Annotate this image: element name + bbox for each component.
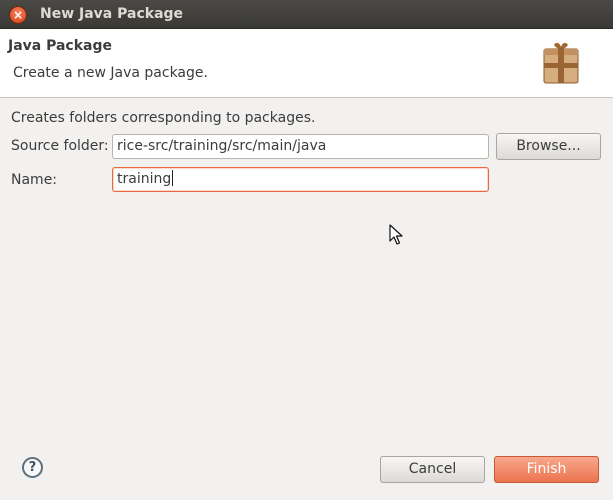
browse-button[interactable]: Browse... — [496, 133, 601, 160]
name-field-value: training — [117, 171, 172, 187]
banner-title: Java Package — [8, 38, 113, 54]
header-banner: Java Package Create a new Java package. — [0, 29, 613, 98]
source-folder-field[interactable]: rice-src/training/src/main/java — [112, 134, 489, 159]
text-caret — [172, 170, 174, 186]
title-bar: × New Java Package — [0, 0, 613, 29]
mouse-pointer-icon — [389, 224, 403, 245]
cancel-button[interactable]: Cancel — [380, 456, 485, 483]
name-label: Name: — [11, 172, 58, 188]
package-icon — [543, 42, 579, 84]
banner-description: Create a new Java package. — [13, 65, 208, 81]
help-icon[interactable]: ? — [22, 457, 43, 478]
form-description: Creates folders corresponding to package… — [11, 110, 316, 126]
name-field[interactable]: training — [112, 167, 489, 192]
source-folder-label: Source folder: — [11, 138, 109, 154]
window-title: New Java Package — [40, 6, 184, 22]
close-icon[interactable]: × — [9, 6, 27, 24]
finish-button[interactable]: Finish — [494, 456, 599, 483]
